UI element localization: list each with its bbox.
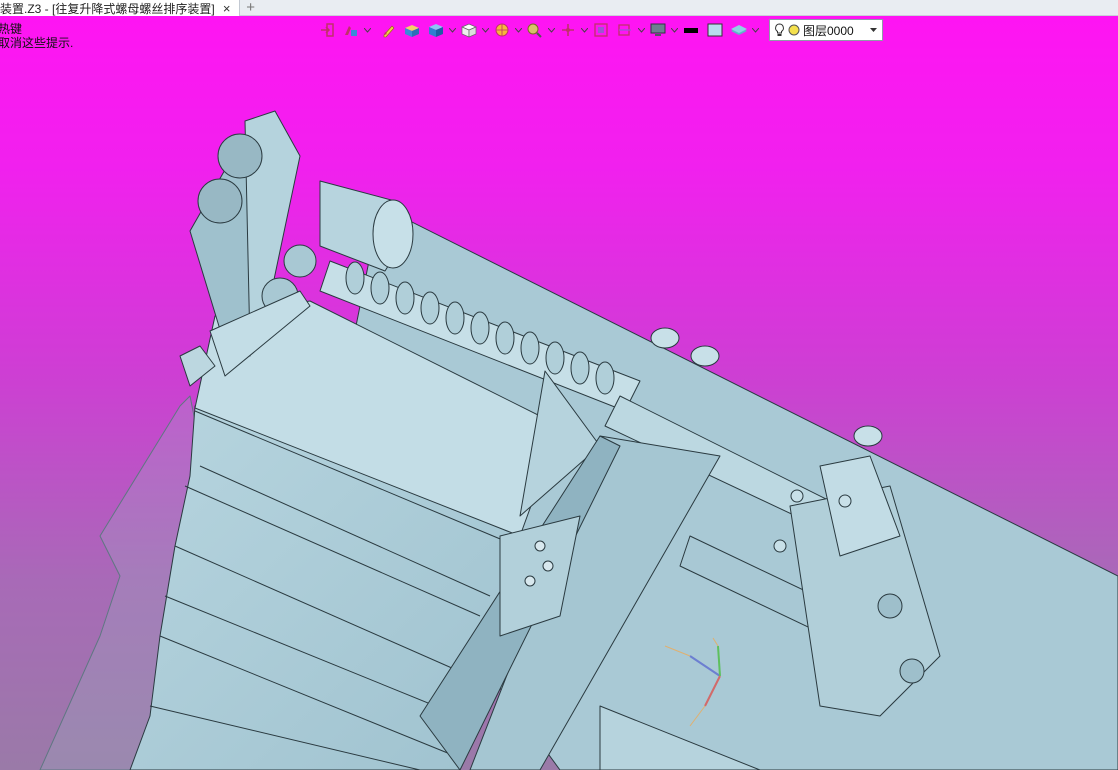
lightbulb-icon[interactable] (774, 23, 785, 37)
hints-panel: 热键 取消这些提示. (0, 22, 73, 50)
chevron-down-icon[interactable] (515, 19, 522, 41)
chevron-down-icon[interactable] (449, 19, 456, 41)
chevron-down-icon[interactable] (868, 27, 878, 33)
3d-viewport[interactable]: 热键 取消这些提示. 图层0000 (0, 16, 1118, 770)
layer-plane-icon[interactable] (728, 19, 750, 41)
layer-select[interactable]: 图层0000 (769, 19, 883, 41)
solid-box-icon[interactable] (401, 19, 423, 41)
white-cube-icon[interactable] (458, 19, 480, 41)
clipboard-icon[interactable] (590, 19, 612, 41)
chevron-down-icon[interactable] (671, 19, 678, 41)
hint-line[interactable]: 取消这些提示. (0, 36, 73, 50)
layer-name: 图层0000 (803, 23, 854, 38)
cad-model (39, 110, 1118, 770)
fill-color-icon[interactable] (704, 19, 726, 41)
close-icon[interactable]: × (221, 2, 233, 15)
new-tab-icon[interactable]: + (240, 0, 262, 15)
pen-icon[interactable] (379, 19, 399, 41)
transform-icon[interactable] (557, 19, 579, 41)
section-icon[interactable] (614, 19, 636, 41)
document-tab-bar: 装置.Z3 - [往复升降式螺母螺丝排序装置] × + (0, 0, 1118, 16)
hint-line: 热键 (0, 22, 23, 36)
document-tab[interactable]: 装置.Z3 - [往复升降式螺母螺丝排序装置] × (0, 0, 240, 16)
chevron-down-icon[interactable] (581, 19, 588, 41)
exit-sketch-icon[interactable] (318, 19, 338, 41)
chevron-down-icon[interactable] (482, 19, 489, 41)
chevron-down-icon[interactable] (548, 19, 555, 41)
line-color-icon[interactable] (680, 19, 702, 41)
document-tab-title: 装置.Z3 - [往复升降式螺母螺丝排序装置] (0, 1, 215, 16)
zoom-view-icon[interactable] (524, 19, 546, 41)
sun-render-icon[interactable] (491, 19, 513, 41)
chevron-down-icon[interactable] (638, 19, 645, 41)
monitor-icon[interactable] (647, 19, 669, 41)
shaded-cube-icon[interactable] (425, 19, 447, 41)
view-toolbar: 图层0000 (318, 18, 883, 42)
chevron-down-icon[interactable] (752, 19, 759, 41)
chevron-down-icon[interactable] (364, 19, 371, 41)
appearance-icon[interactable] (340, 19, 362, 41)
layer-color-icon[interactable] (788, 24, 800, 36)
